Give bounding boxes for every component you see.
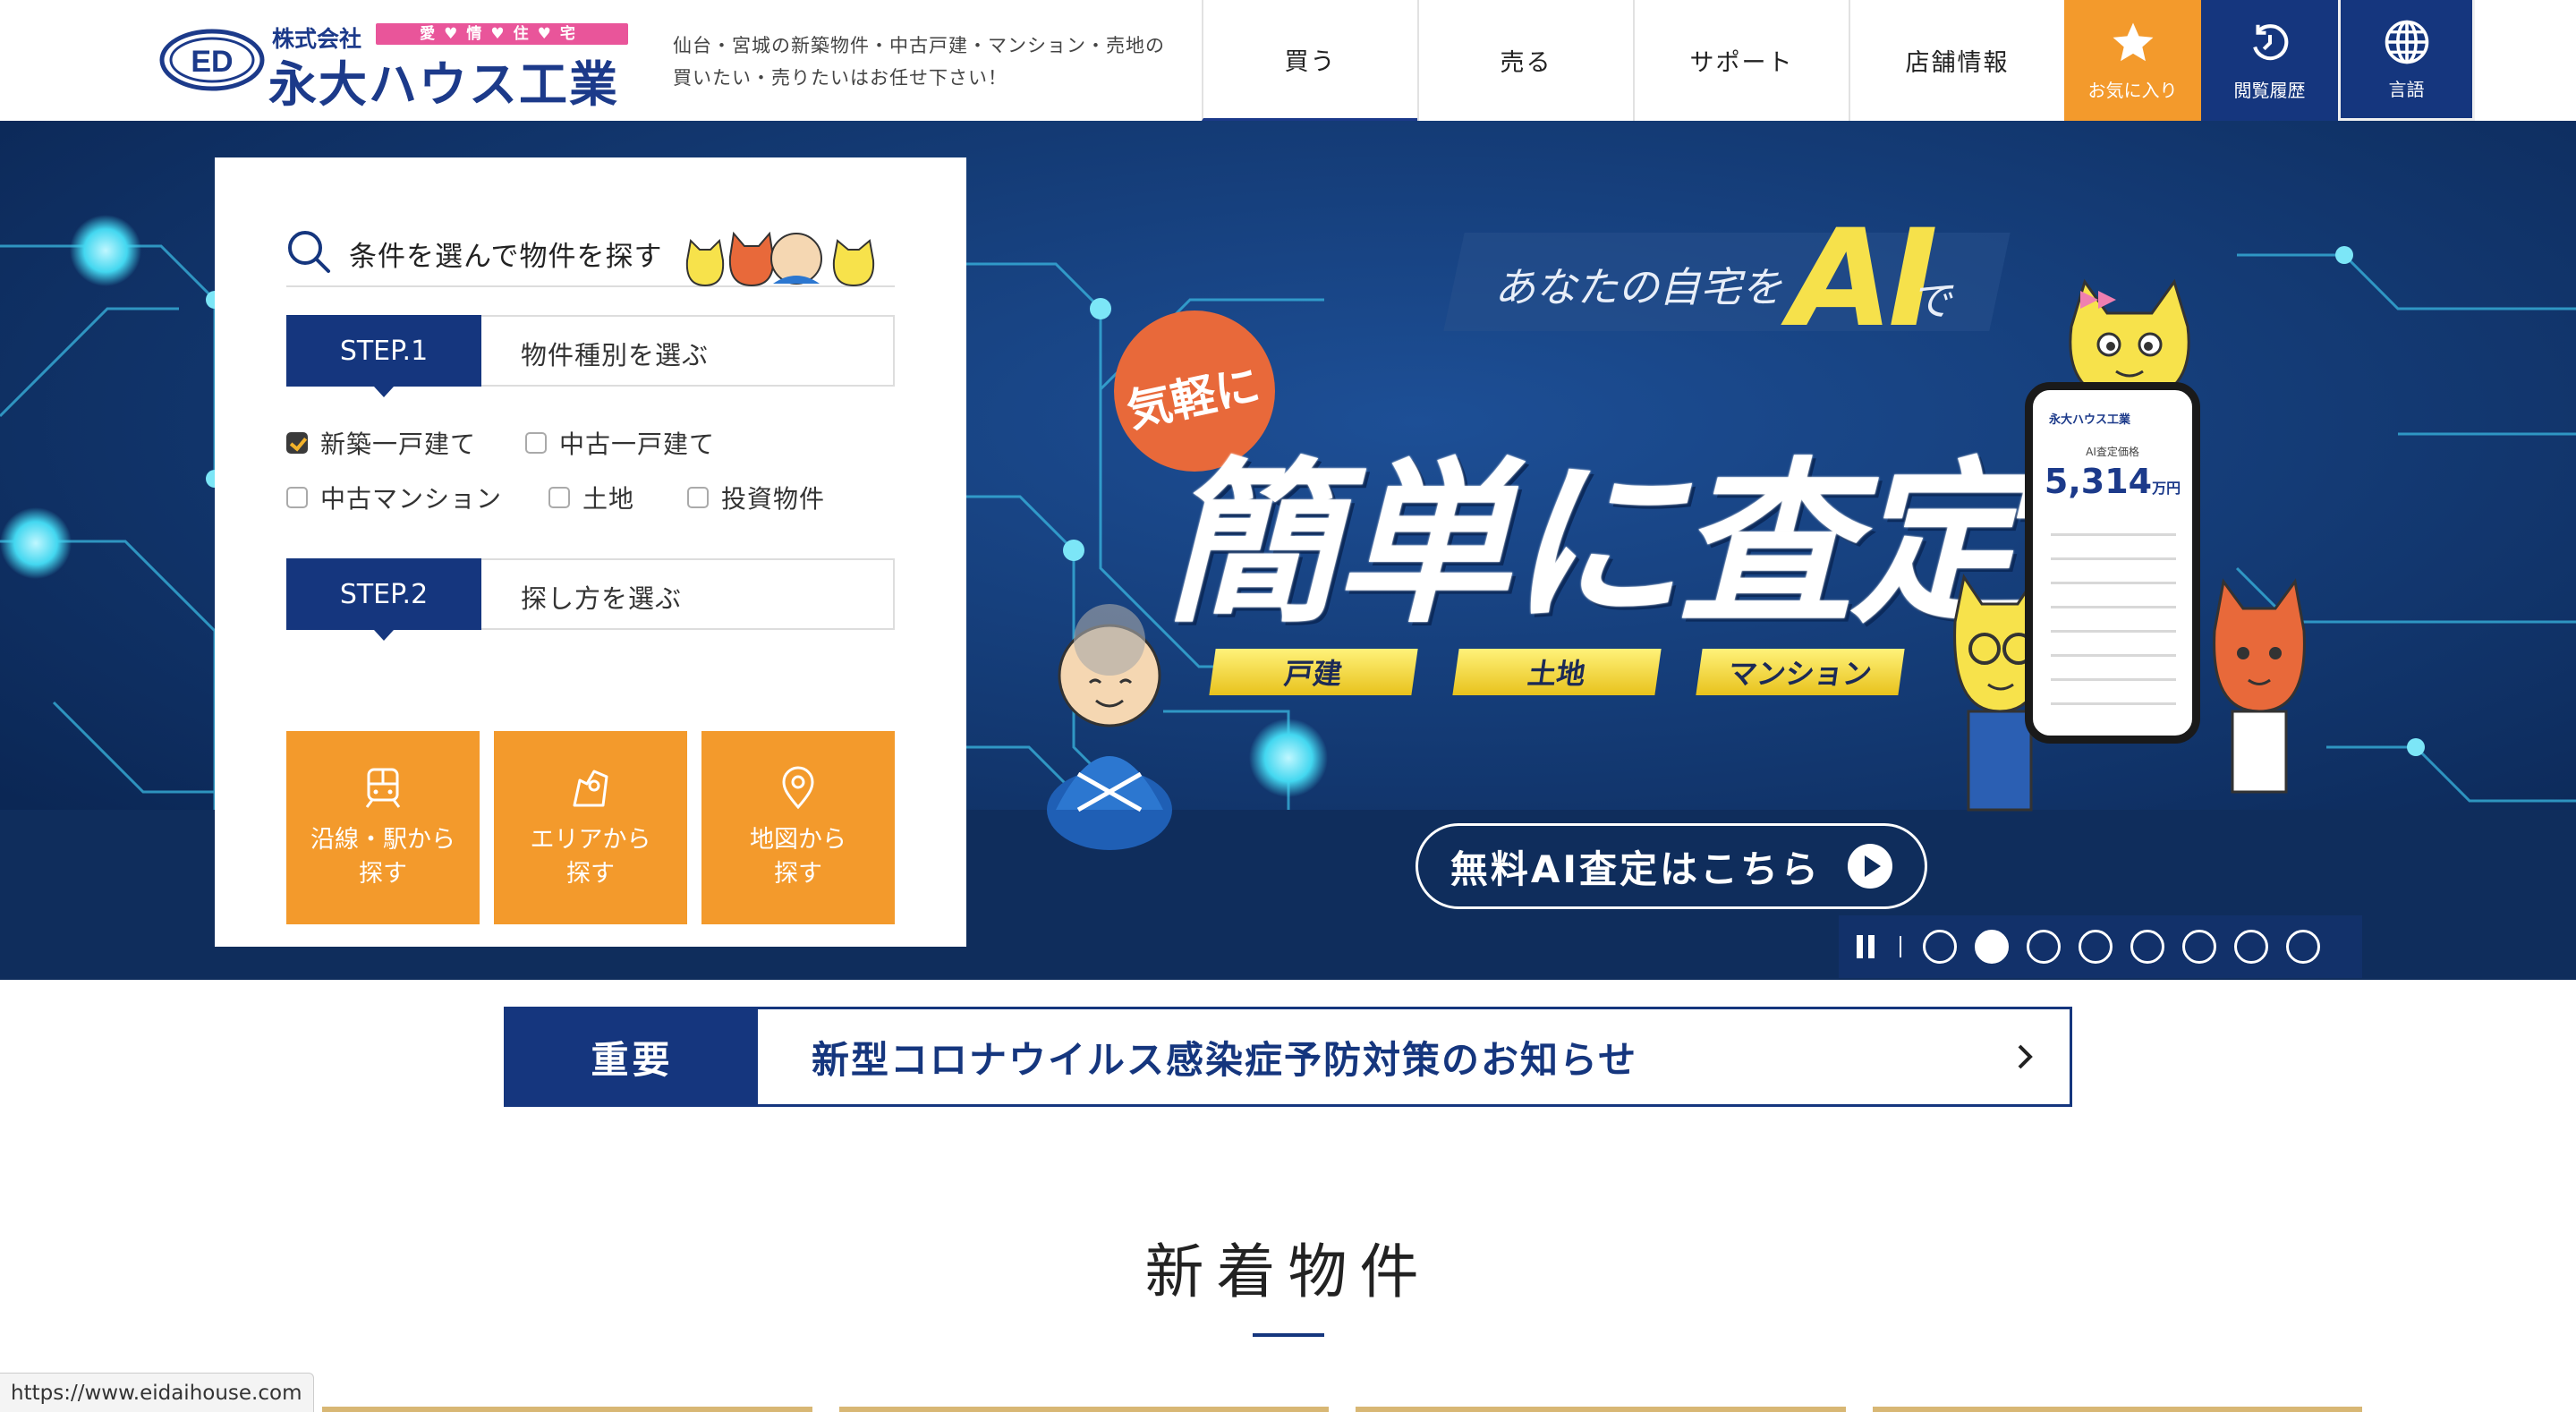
slider-dot[interactable]	[1975, 930, 2009, 964]
checkbox-land[interactable]: 土地	[548, 480, 634, 515]
map-area-icon	[573, 770, 608, 807]
history-clock-icon	[2252, 24, 2288, 61]
search-by-map-button[interactable]: 地図から 探す	[701, 731, 895, 924]
favorites-label: お気に入り	[2087, 80, 2178, 101]
site-logo[interactable]: ED 株式会社 愛♥情♥住♥宅 永大ハウス工業	[159, 21, 633, 113]
history-label: 閲覧履歴	[2233, 80, 2306, 101]
slider-dot[interactable]	[2027, 930, 2061, 964]
slider-dot[interactable]	[2286, 930, 2320, 964]
notice-tag: 重要	[506, 1009, 758, 1104]
step2-header: STEP.2 探し方を選ぶ	[286, 558, 895, 641]
mascot-orange-fox-icon	[2213, 578, 2306, 794]
nav-sell[interactable]: 売る	[1417, 0, 1633, 121]
language-label: 言語	[2388, 78, 2425, 100]
browser-status-url: https://www.eidaihouse.com	[0, 1373, 314, 1412]
notice-text: 新型コロナウイルス感染症予防対策のお知らせ	[812, 1037, 1638, 1082]
checkbox-box[interactable]	[548, 487, 570, 508]
hero-main-heading: 簡単に査定	[1163, 443, 2026, 647]
hero-tags: 戸建 土地 マンション	[1209, 649, 1905, 695]
slider-dot[interactable]	[2182, 930, 2216, 964]
step1-label: 物件種別を選ぶ	[521, 340, 710, 370]
checkbox-used-house[interactable]: 中古一戸建て	[525, 425, 715, 461]
globe-icon	[2385, 20, 2428, 64]
language-button[interactable]: 言語	[2338, 0, 2475, 121]
history-button[interactable]: 閲覧履歴	[2201, 0, 2338, 121]
checkbox-box[interactable]	[687, 487, 709, 508]
step2-tab: STEP.2	[286, 558, 481, 641]
divider	[1900, 936, 1901, 957]
favorites-button[interactable]: お気に入り	[2064, 0, 2201, 121]
ai-appraisal-cta-button[interactable]: 無料AI査定はこちら	[1416, 823, 1927, 909]
header-tagline: 仙台・宮城の新築物件・中古戸建・マンション・売地の買いたい・売りたいはお任せ下さ…	[673, 35, 1165, 89]
train-icon	[365, 768, 401, 808]
checkbox-new-house[interactable]: 新築一戸建て	[286, 425, 476, 461]
cta-label: 無料AI査定はこちら	[1450, 846, 1822, 891]
step1-header: STEP.1 物件種別を選ぶ	[286, 315, 895, 397]
nav-support[interactable]: サポート	[1633, 0, 1849, 121]
nav-buy[interactable]: 買う	[1202, 0, 1417, 121]
phone-mockup: 永大ハウス工業 AI査定価格 5,314万円	[2025, 382, 2200, 744]
step2-label: 探し方を選ぶ	[521, 583, 683, 614]
hero-tag-house: 戸建	[1209, 649, 1418, 695]
hero-banner[interactable]: あなたの自宅を AI で 気軽に 簡単に査定 戸建 土地 マンション 永大ハウス…	[0, 121, 2576, 980]
mascot-monk-icon	[1047, 604, 1172, 850]
slider-dot[interactable]	[2079, 930, 2113, 964]
search-method-row: 沿線・駅から 探す エリアから 探す 地図から 探す	[286, 731, 895, 924]
map-pin-icon	[782, 766, 814, 810]
nav-store-info[interactable]: 店舗情報	[1849, 0, 2064, 121]
checkbox-box[interactable]	[286, 432, 308, 454]
star-icon	[2113, 22, 2153, 62]
phone-detail-lines	[2051, 533, 2176, 727]
section-title-rule	[1253, 1333, 1324, 1337]
play-arrow-icon	[1848, 844, 1893, 889]
property-search-panel: 条件を選んで物件を探す STEP.1 物件種別を選ぶ 新築一戸建て 中古一戸建て…	[215, 157, 966, 947]
hero-copy-de: で	[1910, 276, 1951, 325]
search-by-area-button[interactable]: エリアから 探す	[494, 731, 687, 924]
listing-cards-top-edge	[322, 1407, 2362, 1412]
search-icon	[288, 231, 330, 273]
pause-icon[interactable]	[1857, 935, 1878, 958]
ed-logo-mark-icon: ED	[159, 29, 265, 91]
site-header: ED 株式会社 愛♥情♥住♥宅 永大ハウス工業 仙台・宮城の新築物件・中古戸建・…	[0, 0, 2576, 121]
slider-controls	[1839, 915, 2362, 978]
new-listings-title: 新着物件	[1144, 1238, 1432, 1306]
slider-dots	[1923, 930, 2320, 964]
chevron-right-icon	[1980, 1009, 2070, 1104]
search-panel-header: 条件を選んで物件を探す	[286, 216, 895, 287]
search-by-line-button[interactable]: 沿線・駅から 探す	[286, 731, 480, 924]
step1-tab: STEP.1	[286, 315, 481, 397]
important-notice-banner[interactable]: 重要 新型コロナウイルス感染症予防対策のお知らせ	[504, 1007, 2072, 1107]
search-panel-title: 条件を選んで物件を探す	[349, 241, 663, 273]
logo-company-name: 永大ハウス工業	[268, 56, 619, 113]
phone-price-label: AI査定価格	[2086, 446, 2139, 458]
checkbox-box[interactable]	[286, 487, 308, 508]
checkbox-box[interactable]	[525, 432, 547, 454]
hero-tag-mansion: マンション	[1696, 649, 1905, 695]
phone-price-value: 5,314万円	[2044, 462, 2181, 501]
phone-brand: 永大ハウス工業	[2049, 413, 2131, 427]
checkbox-investment[interactable]: 投資物件	[687, 480, 825, 515]
svg-text:ED: ED	[191, 45, 233, 79]
logo-tagline-badge: 愛♥情♥住♥宅	[376, 23, 628, 45]
hero-tag-land: 土地	[1452, 649, 1662, 695]
mascot-group-icon	[685, 231, 875, 287]
checkbox-used-mansion[interactable]: 中古マンション	[286, 480, 502, 515]
hero-copy-top: あなたの自宅を	[1494, 263, 1782, 311]
main-nav: 買う 売る サポート 店舗情報 お気に入り 閲覧履歴 言語	[1202, 0, 2475, 121]
slider-dot[interactable]	[2130, 930, 2164, 964]
slider-dot[interactable]	[2234, 930, 2268, 964]
slider-dot[interactable]	[1923, 930, 1957, 964]
